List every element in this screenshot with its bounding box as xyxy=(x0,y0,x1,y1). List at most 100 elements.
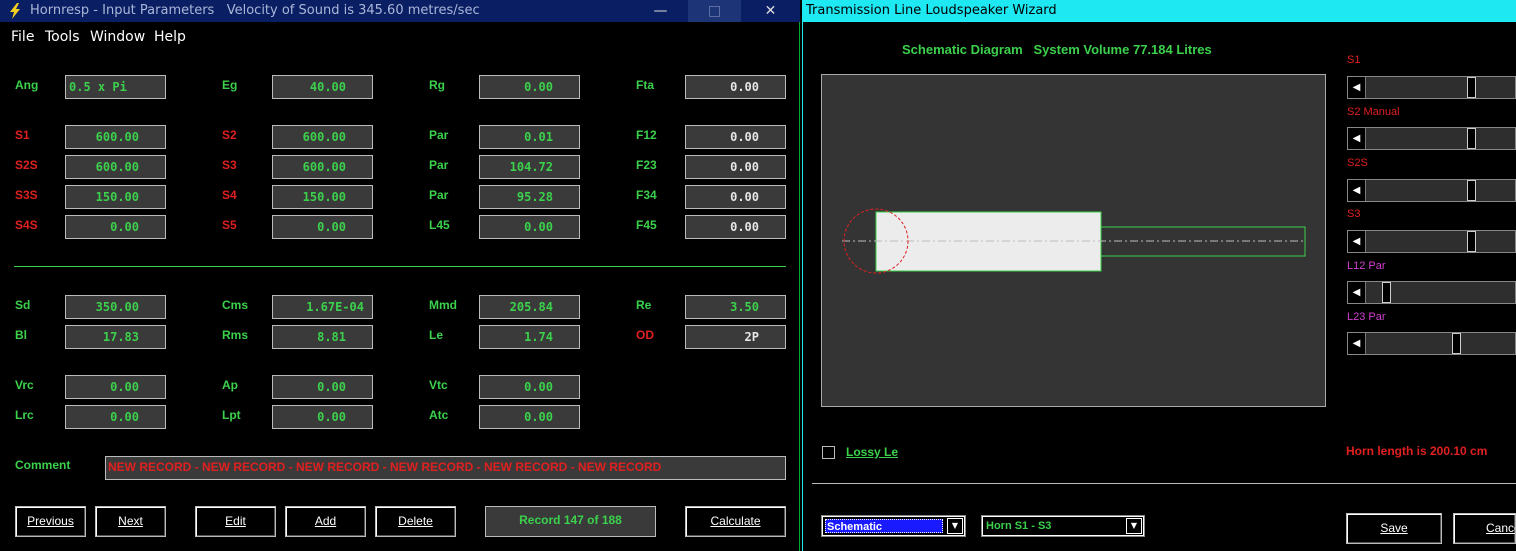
left-arrow-icon[interactable]: ◀ xyxy=(1348,333,1366,354)
param-s3s-field[interactable]: 150.00 xyxy=(65,185,166,209)
slider-s3[interactable]: ◀ xyxy=(1347,230,1516,253)
slider-l12[interactable]: ◀ xyxy=(1347,281,1516,304)
left-arrow-icon[interactable]: ◀ xyxy=(1348,282,1366,303)
param-mmd-field[interactable]: 205.84 xyxy=(479,295,580,319)
maximize-icon: □ xyxy=(707,3,722,19)
param-ap-field[interactable]: 0.00 xyxy=(272,375,373,399)
param-label: Ap xyxy=(222,378,238,392)
lossy-le-checkbox[interactable] xyxy=(822,446,835,459)
param-s1-field[interactable]: 600.00 xyxy=(65,125,166,149)
param-s3-field[interactable]: 600.00 xyxy=(272,155,373,179)
menu-window[interactable]: Window xyxy=(90,26,145,48)
param-f45-field[interactable]: 0.00 xyxy=(685,215,786,239)
view-select[interactable]: Schematic ▼ xyxy=(822,516,965,536)
menu-tools[interactable]: Tools xyxy=(45,26,80,48)
cancel-button[interactable]: Cancel xyxy=(1453,513,1516,544)
param-re-field[interactable]: 3.50 xyxy=(685,295,786,319)
param-atc-field[interactable]: 0.00 xyxy=(479,405,580,429)
slider-s1[interactable]: ◀ xyxy=(1347,76,1516,99)
minimize-button[interactable]: — xyxy=(634,0,687,22)
delete-button[interactable]: Delete xyxy=(375,506,456,537)
right-window-title: Transmission Line Loudspeaker Wizard xyxy=(806,3,1057,18)
param-s2s-field[interactable]: 600.00 xyxy=(65,155,166,179)
slider-thumb[interactable] xyxy=(1467,128,1476,149)
param-label: Ang xyxy=(15,78,39,92)
slider-thumb[interactable] xyxy=(1452,333,1461,354)
chevron-down-icon[interactable]: ▼ xyxy=(1126,518,1142,534)
left-arrow-icon[interactable]: ◀ xyxy=(1348,231,1366,252)
minimize-icon: — xyxy=(653,3,668,19)
param-label: Cms xyxy=(222,298,249,312)
previous-button[interactable]: Previous xyxy=(15,506,86,537)
menu-help[interactable]: Help xyxy=(154,26,186,48)
slider-thumb[interactable] xyxy=(1467,231,1476,252)
param-rg-field[interactable]: 0.00 xyxy=(479,75,580,99)
param-label: Par xyxy=(429,188,449,202)
param-label: Lpt xyxy=(222,408,241,422)
right-title-bar[interactable]: Transmission Line Loudspeaker Wizard xyxy=(802,0,1516,22)
param-label: Rg xyxy=(429,78,445,92)
param-l45-field[interactable]: 0.00 xyxy=(479,215,580,239)
param-eg-field[interactable]: 40.00 xyxy=(272,75,373,99)
param-vtc-field[interactable]: 0.00 xyxy=(479,375,580,399)
slider-l23[interactable]: ◀ xyxy=(1347,332,1516,355)
edit-button[interactable]: Edit xyxy=(195,506,276,537)
left-arrow-icon[interactable]: ◀ xyxy=(1348,180,1366,201)
param-s4s-field[interactable]: 0.00 xyxy=(65,215,166,239)
chevron-down-icon[interactable]: ▼ xyxy=(947,518,963,534)
param-vrc-field[interactable]: 0.00 xyxy=(65,375,166,399)
param-lrc-field[interactable]: 0.00 xyxy=(65,405,166,429)
add-button[interactable]: Add xyxy=(285,506,366,537)
lightning-app-icon xyxy=(10,3,20,19)
param-label: F34 xyxy=(636,188,657,202)
param-lpt-field[interactable]: 0.00 xyxy=(272,405,373,429)
param-s2-field[interactable]: 600.00 xyxy=(272,125,373,149)
param-f34-field[interactable]: 0.00 xyxy=(685,185,786,209)
left-title-bar[interactable]: Hornresp - Input Parameters Velocity of … xyxy=(0,0,800,22)
slider-label-s3: S3 xyxy=(1347,208,1361,220)
param-rms-field[interactable]: 8.81 xyxy=(272,325,373,349)
param-label: Re xyxy=(636,298,652,312)
param-cms-field[interactable]: 1.67E-04 xyxy=(272,295,373,319)
param-par34-field[interactable]: 95.28 xyxy=(479,185,580,209)
slider-thumb[interactable] xyxy=(1382,282,1391,303)
param-label: F23 xyxy=(636,158,657,172)
param-par12-field[interactable]: 0.01 xyxy=(479,125,580,149)
param-ang-field[interactable]: 0.5 x Pi xyxy=(65,75,166,99)
param-label: F45 xyxy=(636,218,657,232)
slider-s2[interactable]: ◀ xyxy=(1347,127,1516,150)
param-label: S4S xyxy=(15,218,38,232)
param-sd-field[interactable]: 350.00 xyxy=(65,295,166,319)
maximize-button[interactable]: □ xyxy=(688,0,741,22)
param-label: L45 xyxy=(429,218,450,232)
schematic-title: Schematic Diagram System Volume 77.184 L… xyxy=(902,42,1212,57)
param-f12-field[interactable]: 0.00 xyxy=(685,125,786,149)
param-s4-field[interactable]: 150.00 xyxy=(272,185,373,209)
comment-label: Comment xyxy=(15,458,71,472)
param-label: S5 xyxy=(222,218,237,232)
param-f23-field[interactable]: 0.00 xyxy=(685,155,786,179)
slider-label-s2s: S2S xyxy=(1347,157,1368,169)
slider-s2s[interactable]: ◀ xyxy=(1347,179,1516,202)
param-s5-field[interactable]: 0.00 xyxy=(272,215,373,239)
save-button[interactable]: Save xyxy=(1346,513,1442,544)
lossy-le-label[interactable]: Lossy Le xyxy=(846,445,898,459)
next-button[interactable]: Next xyxy=(95,506,166,537)
menu-file[interactable]: File xyxy=(11,26,34,48)
horn-select[interactable]: Horn S1 - S3 ▼ xyxy=(982,516,1144,536)
slider-thumb[interactable] xyxy=(1467,180,1476,201)
param-fta-field[interactable]: 0.00 xyxy=(685,75,786,99)
param-od-field[interactable]: 2P xyxy=(685,325,786,349)
param-label: Eg xyxy=(222,78,238,92)
left-arrow-icon[interactable]: ◀ xyxy=(1348,128,1366,149)
param-par23-field[interactable]: 104.72 xyxy=(479,155,580,179)
calculate-button[interactable]: Calculate xyxy=(685,506,786,537)
slider-thumb[interactable] xyxy=(1467,77,1476,98)
comment-field[interactable]: NEW RECORD - NEW RECORD - NEW RECORD - N… xyxy=(105,456,786,480)
slider-label-s1: S1 xyxy=(1347,54,1361,66)
param-bl-field[interactable]: 17.83 xyxy=(65,325,166,349)
param-label: S4 xyxy=(222,188,237,202)
left-arrow-icon[interactable]: ◀ xyxy=(1348,77,1366,98)
param-le-field[interactable]: 1.74 xyxy=(479,325,580,349)
close-button[interactable]: ✕ xyxy=(744,0,797,22)
